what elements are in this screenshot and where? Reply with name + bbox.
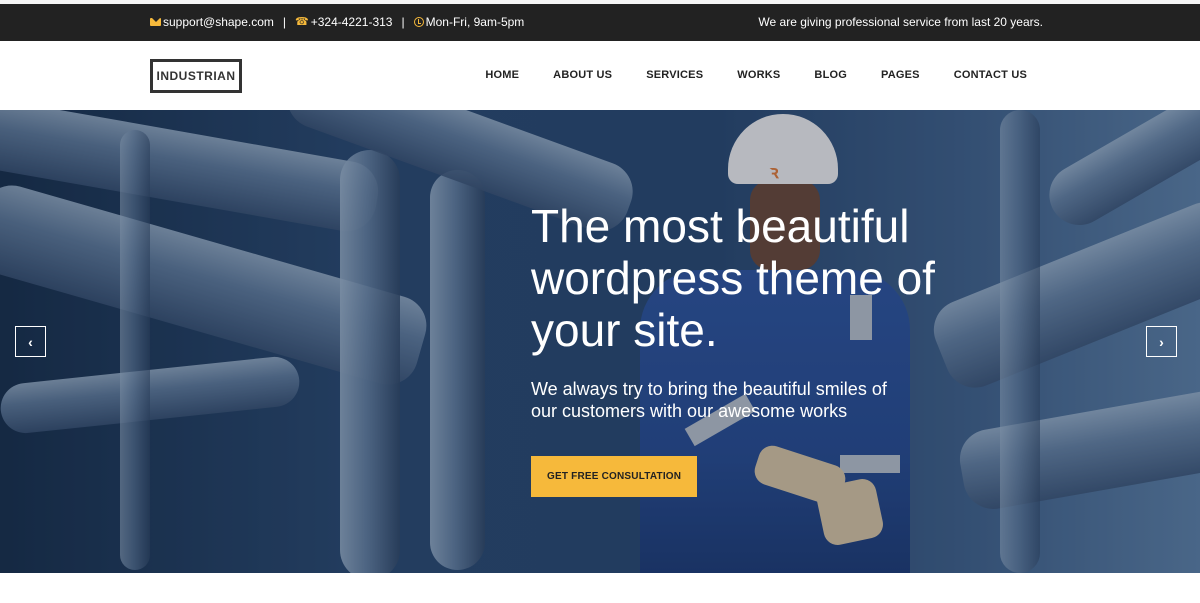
nav-services[interactable]: SERVICES <box>646 69 703 81</box>
nav-pages[interactable]: PAGES <box>881 69 920 81</box>
nav-blog[interactable]: BLOG <box>814 69 847 81</box>
hero-title: The most beautiful wordpress theme of yo… <box>531 200 935 356</box>
chevron-left-icon: ‹ <box>28 333 33 350</box>
separator: | <box>401 15 405 29</box>
contact-info: support@shape.com | ☎ +324-4221-313 | Mo… <box>150 15 524 29</box>
phone-icon: ☎ <box>295 15 309 28</box>
email-text[interactable]: support@shape.com <box>163 15 274 29</box>
phone-item[interactable]: ☎ +324-4221-313 <box>295 15 392 29</box>
phone-text[interactable]: +324-4221-313 <box>311 15 393 29</box>
email-item[interactable]: support@shape.com <box>150 15 274 29</box>
hero-subtitle: We always try to bring the beautiful smi… <box>531 379 887 421</box>
top-bar: support@shape.com | ☎ +324-4221-313 | Mo… <box>0 0 1200 41</box>
nav-about-us[interactable]: ABOUT US <box>553 69 612 81</box>
hours-item: Mon-Fri, 9am-5pm <box>413 15 525 29</box>
site-logo[interactable]: INDUSTRIAN <box>150 59 242 93</box>
slider-next-button[interactable]: › <box>1146 326 1177 357</box>
separator: | <box>282 15 287 29</box>
hero-content: The most beautiful wordpress theme of yo… <box>531 200 951 497</box>
get-free-consultation-button[interactable]: GET FREE CONSULTATION <box>531 456 698 497</box>
hours-text: Mon-Fri, 9am-5pm <box>425 15 525 29</box>
tagline: We are giving professional service from … <box>758 15 1043 29</box>
clock-icon <box>413 17 424 27</box>
envelope-icon <box>150 18 161 26</box>
main-nav: HOME ABOUT US SERVICES WORKS BLOG PAGES … <box>485 69 1027 81</box>
slider-prev-button[interactable]: ‹ <box>15 326 46 357</box>
nav-contact-us[interactable]: CONTACT US <box>954 69 1027 81</box>
chevron-right-icon: › <box>1159 333 1164 350</box>
hero-slider: ꝛ The most beautiful wordpress theme of … <box>0 110 1200 573</box>
nav-works[interactable]: WORKS <box>737 69 780 81</box>
site-header: INDUSTRIAN HOME ABOUT US SERVICES WORKS … <box>0 41 1200 110</box>
nav-home[interactable]: HOME <box>485 69 519 81</box>
